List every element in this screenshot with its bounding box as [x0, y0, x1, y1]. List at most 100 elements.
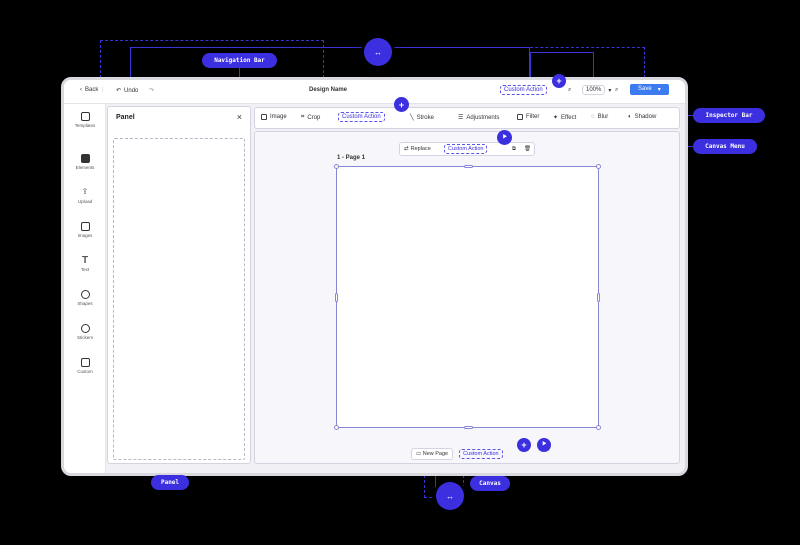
- resize-handle[interactable]: [464, 426, 473, 429]
- inspector-label: Stroke: [416, 114, 434, 121]
- inspector-image[interactable]: Image: [261, 114, 287, 120]
- panel-content-area: [113, 138, 245, 460]
- inspector-label: Blur: [597, 114, 609, 120]
- rail-item-templates[interactable]: Templates: [64, 112, 106, 128]
- rail-label: Shapes: [77, 301, 93, 306]
- zoom-select[interactable]: 100% ▾: [582, 85, 611, 95]
- design-title[interactable]: Design Name: [309, 87, 347, 93]
- screenshot-stage: ‹ Back | ↶ Undo ↷ Design Name Custom Act…: [0, 0, 800, 545]
- inspector-label: Shadow: [634, 114, 657, 120]
- inspector-effect[interactable]: ✦ Effect: [553, 114, 577, 122]
- duplicate-button[interactable]: ⧉: [512, 146, 516, 153]
- rail-item-text[interactable]: T Text: [64, 255, 106, 273]
- page-custom-action[interactable]: Custom Action: [459, 449, 503, 459]
- rail-item-upload[interactable]: ⇪ Upload: [64, 187, 106, 205]
- resize-handle[interactable]: [334, 164, 339, 169]
- crop-icon: ⌗: [301, 114, 305, 120]
- callout-canvas-menu: Canvas Menu: [693, 139, 757, 154]
- page-canvas[interactable]: [334, 164, 601, 430]
- resize-handle[interactable]: [334, 425, 339, 430]
- canvas-custom-action[interactable]: Custom Action: [444, 144, 488, 154]
- side-panel: Panel ×: [107, 106, 251, 464]
- save-label: Save: [638, 86, 652, 92]
- rail-item-stickers[interactable]: Stickers: [64, 324, 106, 340]
- callout-navigation-bar: Navigation Bar: [202, 53, 277, 68]
- inspector-label: Image: [270, 114, 287, 120]
- image-icon: [261, 114, 267, 120]
- cursor-marker-icon: ⯈: [537, 438, 551, 452]
- rail-item-images[interactable]: Images: [64, 222, 106, 238]
- inspector-label: Effect: [561, 114, 577, 121]
- adjustments-icon: ☰: [458, 115, 464, 121]
- rail-label: Images: [77, 233, 93, 238]
- canvas-area: ⇄ Replace Custom Action ⧉ 🗑 1 - Page 1 ▭…: [254, 131, 680, 464]
- resize-handle[interactable]: [597, 293, 600, 302]
- nav-custom-action[interactable]: Custom Action: [500, 85, 547, 95]
- resize-handle[interactable]: [335, 293, 338, 302]
- redo-icon: ↷: [149, 88, 155, 94]
- search-icon: ⌕: [568, 87, 572, 93]
- elements-icon: [80, 154, 90, 163]
- inspector-label: Crop: [307, 114, 321, 121]
- callout-panel: Panel: [151, 475, 189, 490]
- resize-handle[interactable]: [464, 165, 473, 168]
- arrows-marker-icon: ↔: [436, 482, 464, 510]
- replace-label: Replace: [410, 146, 431, 152]
- delete-button[interactable]: 🗑: [524, 146, 531, 152]
- resize-handle[interactable]: [596, 164, 601, 169]
- left-rail: Templates Elements ⇪ Upload Images T Tex…: [64, 104, 106, 473]
- rail-item-elements[interactable]: Elements: [64, 154, 106, 170]
- new-page-label: New Page: [422, 451, 449, 457]
- inspector-crop[interactable]: ⌗ Crop: [301, 114, 320, 121]
- effect-icon: ✦: [553, 115, 559, 121]
- cursor-marker-icon: ⯈: [497, 130, 512, 145]
- zoom-in-button[interactable]: ⌕: [615, 87, 618, 94]
- blur-icon: ◌: [591, 114, 595, 120]
- save-button[interactable]: Save ▾: [630, 84, 669, 95]
- inspector-custom-label: Custom Action: [338, 112, 385, 122]
- close-icon[interactable]: ×: [237, 112, 242, 122]
- redo-button[interactable]: ↷: [149, 87, 154, 94]
- callout-inspector-bar: Inspector Bar: [693, 108, 765, 123]
- canvas-custom-label: Custom Action: [444, 144, 488, 154]
- rail-label: Elements: [75, 165, 95, 170]
- rail-item-shapes[interactable]: Shapes: [64, 290, 106, 306]
- trash-icon: 🗑: [524, 146, 531, 152]
- plus-marker-icon: +: [517, 438, 531, 452]
- zoom-value: 100%: [582, 85, 606, 95]
- replace-button[interactable]: ⇄ Replace: [404, 146, 431, 152]
- inspector-blur[interactable]: ◌ Blur: [591, 114, 608, 120]
- back-button[interactable]: ‹ Back: [80, 87, 98, 93]
- upload-icon: ⇪: [81, 187, 89, 196]
- undo-label: Undo: [124, 87, 139, 94]
- canvas-menu: ⇄ Replace Custom Action ⧉ 🗑: [399, 142, 535, 156]
- text-icon: T: [81, 255, 89, 266]
- inspector-shadow[interactable]: ◐ Shadow: [628, 114, 656, 120]
- resize-handle[interactable]: [596, 425, 601, 430]
- stroke-icon: ╲: [410, 115, 414, 121]
- replace-icon: ⇄: [404, 146, 409, 152]
- rail-label: Stickers: [76, 335, 93, 340]
- duplicate-icon: ⧉: [512, 146, 516, 152]
- inspector-custom-action[interactable]: Custom Action: [338, 112, 385, 122]
- plus-marker-icon: +: [552, 74, 566, 88]
- arrows-marker-icon: ↔: [364, 38, 392, 66]
- inspector-stroke[interactable]: ╲ Stroke: [410, 114, 434, 122]
- plus-marker-icon: +: [394, 97, 409, 112]
- new-page-button[interactable]: ▭ New Page: [411, 448, 454, 460]
- editor-window: ‹ Back | ↶ Undo ↷ Design Name Custom Act…: [61, 77, 688, 476]
- rail-item-custom[interactable]: Custom: [64, 358, 106, 374]
- undo-button[interactable]: ↶ Undo: [116, 87, 139, 95]
- nav-custom-action-label: Custom Action: [500, 85, 547, 95]
- inspector-adjustments[interactable]: ☰ Adjustments: [458, 114, 499, 122]
- zoom-out-button[interactable]: ⌕: [568, 87, 571, 94]
- rail-label: Custom: [77, 369, 93, 374]
- chevron-down-icon: ▾: [657, 87, 661, 93]
- callout-line: [520, 47, 645, 78]
- chevron-down-icon: ▾: [608, 87, 612, 94]
- inspector-bar: Image ⌗ Crop Custom Action ╲ Stroke ☰ Ad…: [254, 107, 680, 129]
- templates-icon: [80, 112, 90, 121]
- inspector-filter[interactable]: Filter: [517, 114, 539, 120]
- page-label: 1 - Page 1: [337, 155, 366, 161]
- inspector-label: Filter: [526, 114, 540, 120]
